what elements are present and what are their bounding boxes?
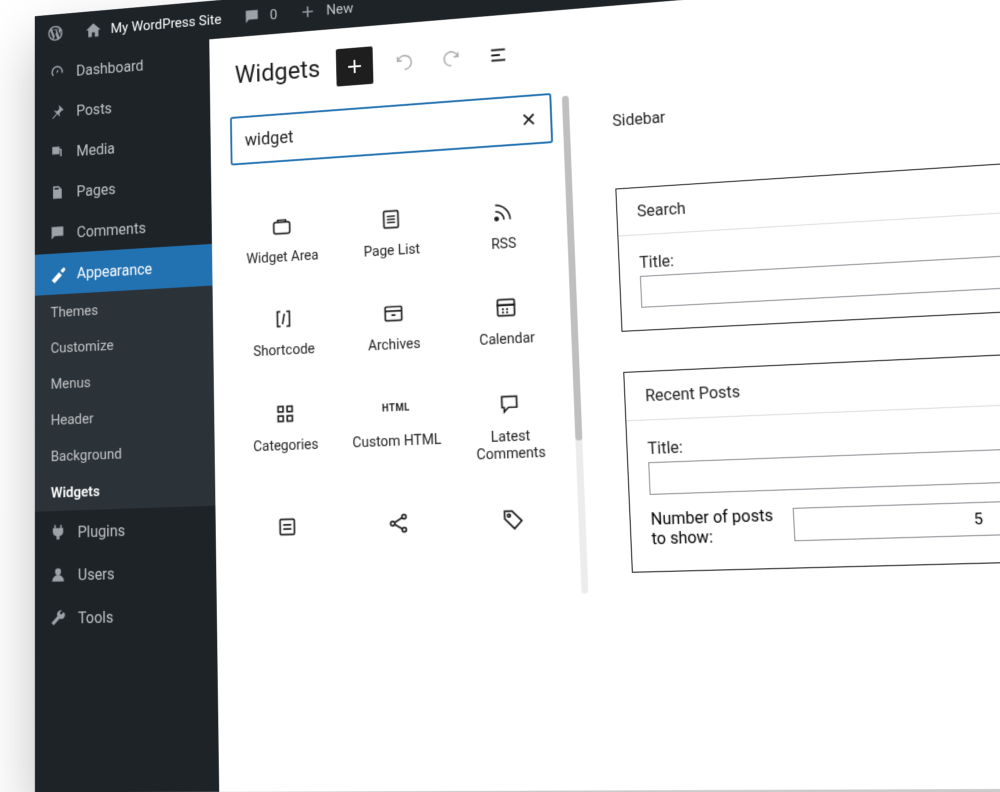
pages-icon — [49, 183, 66, 203]
editor-main: Widgets — [209, 0, 1000, 792]
site-home-link[interactable]: My WordPress Site — [85, 10, 222, 40]
block-label: Widget Area — [246, 247, 318, 268]
block-page-list[interactable]: Page List — [339, 197, 444, 268]
block-shortcode[interactable]: Shortcode — [233, 297, 336, 367]
block-label: Custom HTML — [352, 431, 441, 452]
redo-icon — [441, 48, 462, 70]
categories-icon — [273, 400, 298, 426]
home-icon — [85, 20, 102, 40]
nav-item-plugins[interactable]: Plugins — [35, 506, 216, 555]
site-name: My WordPress Site — [111, 11, 222, 37]
search-input[interactable] — [245, 110, 521, 150]
new-label: New — [326, 0, 354, 18]
appearance-icon — [49, 264, 67, 284]
block-latest-comments[interactable]: Latest Comments — [456, 382, 566, 471]
list-icon — [488, 44, 510, 66]
nav-label: Dashboard — [76, 56, 144, 79]
list-block-icon — [275, 513, 300, 540]
admin-sidebar: Dashboard Posts Media Pages Comments — [35, 39, 219, 792]
block-label: Calendar — [479, 330, 535, 350]
block-widget-area[interactable]: Widget Area — [231, 204, 333, 274]
users-icon — [49, 565, 67, 585]
comment-icon — [243, 7, 261, 27]
nav-label: Posts — [76, 99, 112, 119]
nav-label: Appearance — [77, 259, 152, 281]
block-label: Page List — [364, 241, 421, 261]
page-list-icon — [378, 206, 403, 232]
pin-icon — [49, 102, 66, 122]
block-label: Archives — [368, 335, 421, 355]
block-custom-html[interactable]: HTML Custom HTML — [344, 387, 451, 475]
widget-search[interactable]: Search Title: — [615, 153, 1000, 332]
nav-item-tools[interactable]: Tools — [35, 592, 217, 640]
html-icon: HTML — [382, 403, 410, 415]
num-posts-label: Number of posts to show: — [650, 505, 784, 548]
comments-icon — [49, 223, 66, 243]
shortcode-icon — [271, 306, 295, 332]
subnav-widgets[interactable]: Widgets — [35, 468, 216, 511]
new-content-link[interactable]: New — [299, 0, 354, 22]
block-inserter-panel: ✕ Widget Area Page List — [210, 86, 600, 792]
block-calendar[interactable]: Calendar — [453, 285, 562, 357]
tools-icon — [49, 608, 67, 628]
nav-label: Comments — [77, 218, 146, 240]
num-posts-input[interactable] — [793, 496, 1000, 541]
nav-label: Users — [78, 564, 115, 584]
rss-icon — [490, 199, 516, 226]
wordpress-icon — [47, 24, 64, 43]
media-icon — [49, 142, 66, 162]
block-rss[interactable]: RSS — [450, 190, 558, 262]
widget-area-icon — [270, 213, 294, 239]
page-title: Widgets — [235, 55, 321, 90]
block-label: Categories — [253, 436, 318, 456]
block-share[interactable] — [346, 501, 453, 554]
calendar-icon — [493, 294, 519, 321]
latest-comments-icon — [496, 390, 522, 417]
widget-recent-posts[interactable]: Recent Posts Title: Number of posts to s… — [623, 346, 1000, 573]
plus-icon — [299, 2, 317, 22]
block-archives[interactable]: Archives — [341, 291, 447, 362]
clear-search-button[interactable]: ✕ — [520, 108, 537, 132]
block-more[interactable] — [236, 505, 340, 558]
nav-label: Tools — [78, 607, 113, 626]
nav-label: Pages — [77, 180, 116, 200]
nav-label: Media — [76, 139, 115, 159]
comments-link[interactable]: 0 — [243, 5, 278, 26]
wp-logo-menu[interactable] — [47, 24, 64, 43]
comment-count: 0 — [270, 6, 278, 23]
block-label: Latest Comments — [459, 426, 564, 465]
block-categories[interactable]: Categories — [234, 392, 338, 479]
block-grid: Widget Area Page List RSS — [231, 190, 568, 558]
block-tag[interactable] — [459, 497, 569, 551]
widget-area-title: Sidebar — [612, 72, 1000, 130]
dashboard-icon — [49, 62, 66, 81]
nav-item-users[interactable]: Users — [35, 549, 217, 597]
redo-button[interactable] — [436, 42, 467, 75]
widget-area-canvas: Sidebar Search Title: Recent Posts Ti — [572, 38, 1000, 790]
tag-icon — [500, 506, 526, 533]
outline-button[interactable] — [483, 39, 514, 72]
undo-icon — [394, 51, 415, 73]
block-label: Shortcode — [253, 341, 315, 361]
archives-icon — [381, 300, 406, 327]
plugin-icon — [49, 522, 67, 542]
share-icon — [386, 510, 412, 537]
add-block-button[interactable] — [336, 46, 374, 86]
block-label: RSS — [491, 235, 517, 253]
nav-label: Plugins — [78, 521, 126, 541]
undo-button[interactable] — [390, 46, 421, 78]
appearance-submenu: Themes Customize Menus Header Background… — [35, 286, 216, 512]
plus-icon — [344, 54, 367, 78]
